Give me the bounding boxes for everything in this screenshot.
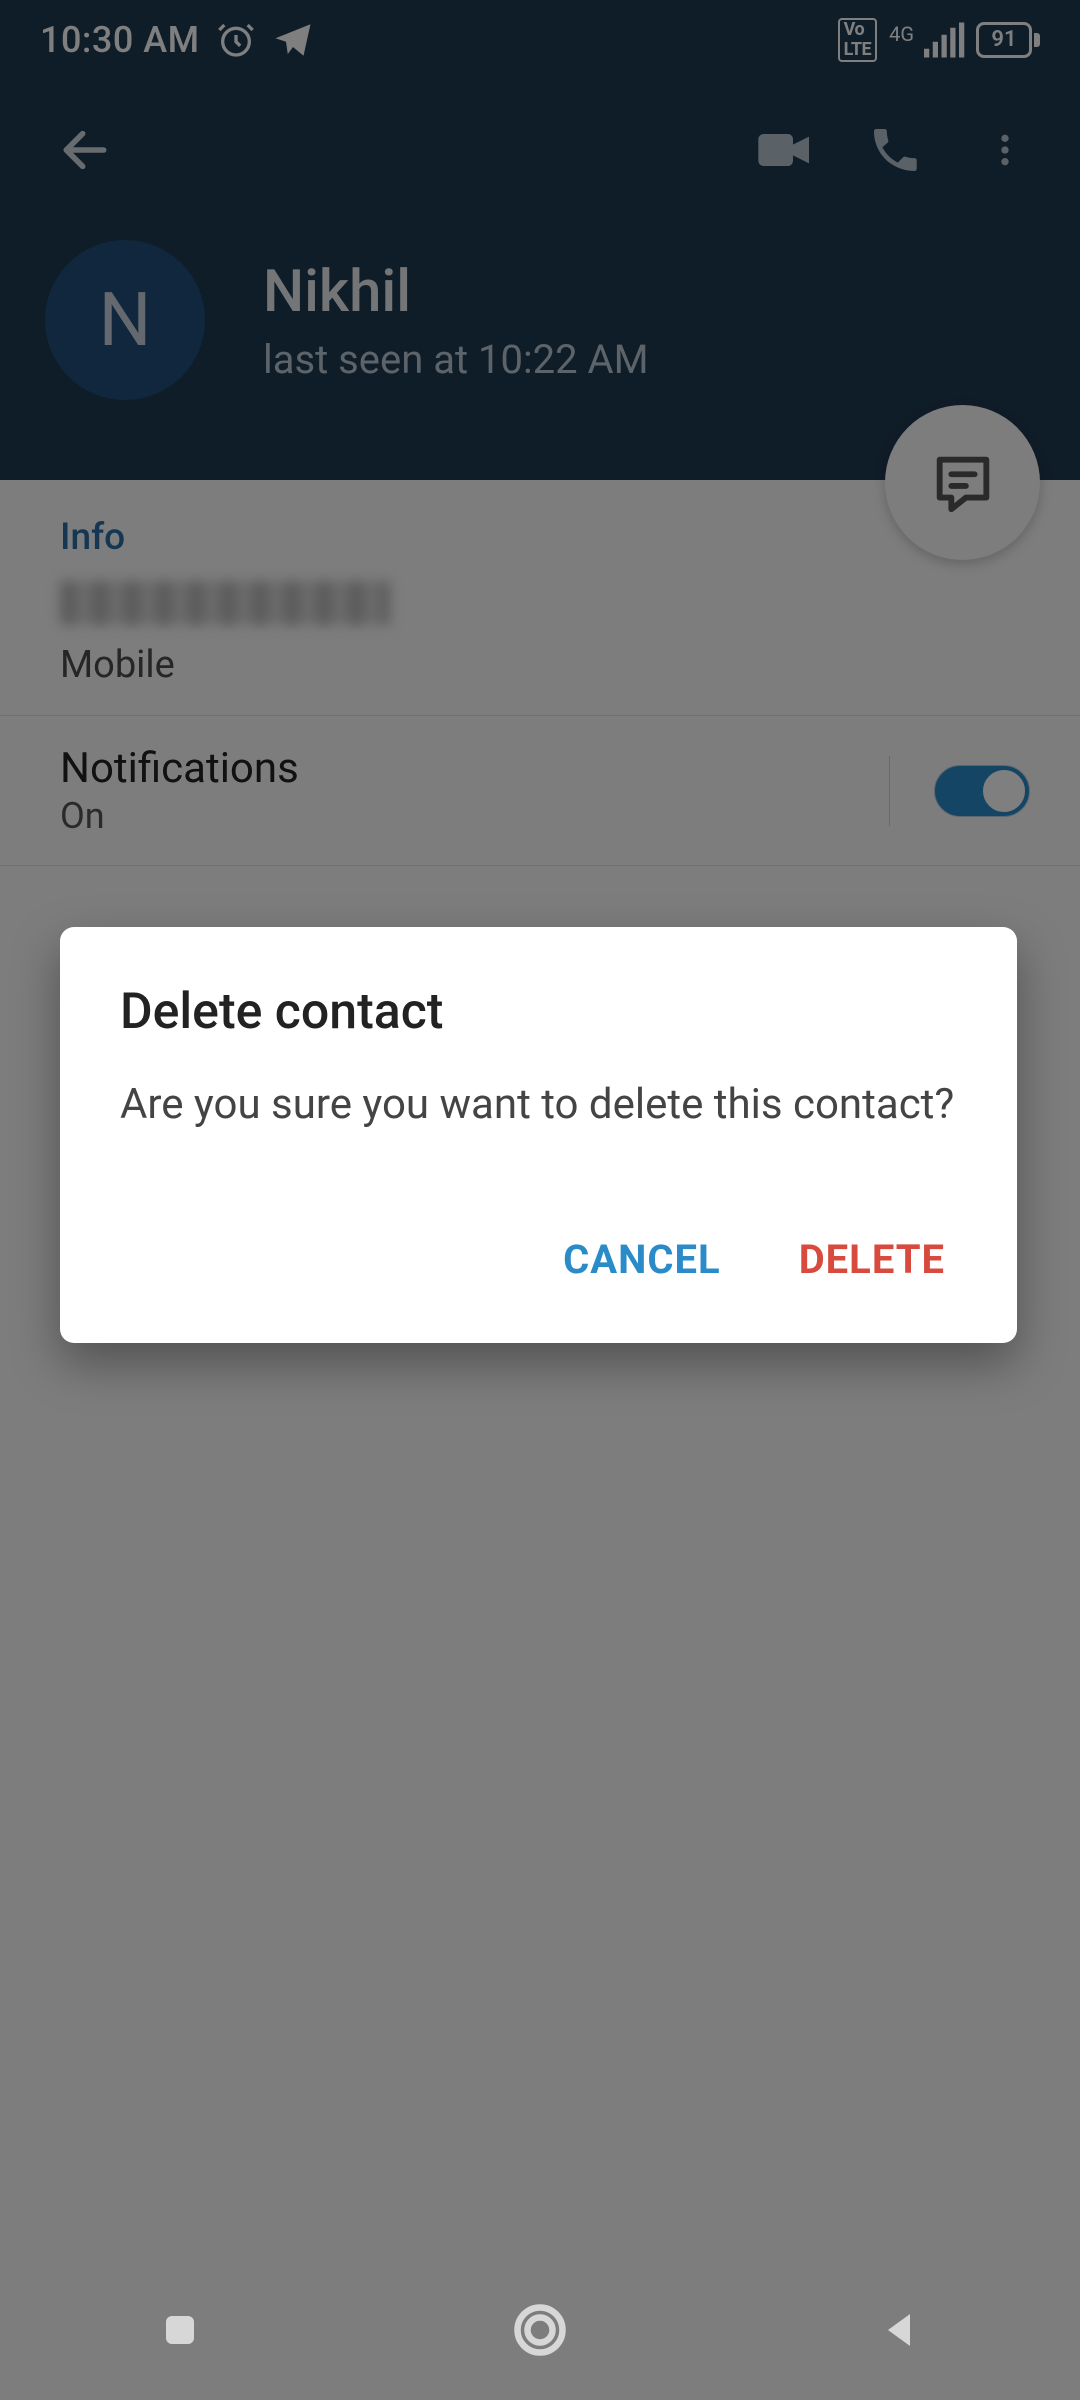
delete-button[interactable]: DELETE [795,1224,949,1295]
dialog-actions: CANCEL DELETE [120,1224,957,1319]
nav-home-button[interactable] [430,2280,650,2380]
triangle-back-icon [876,2306,924,2354]
screen-root: 10:30 AM VoLTE 4G 91 [0,0,1080,2400]
dialog-title: Delete contact [120,983,957,1041]
square-icon [156,2306,204,2354]
cancel-button[interactable]: CANCEL [559,1224,725,1295]
system-nav-bar [0,2260,1080,2400]
delete-contact-dialog: Delete contact Are you sure you want to … [60,927,1017,1343]
circle-icon [510,2300,570,2360]
dialog-message: Are you sure you want to delete this con… [120,1077,957,1134]
nav-back-button[interactable] [790,2280,1010,2380]
nav-recents-button[interactable] [70,2280,290,2380]
